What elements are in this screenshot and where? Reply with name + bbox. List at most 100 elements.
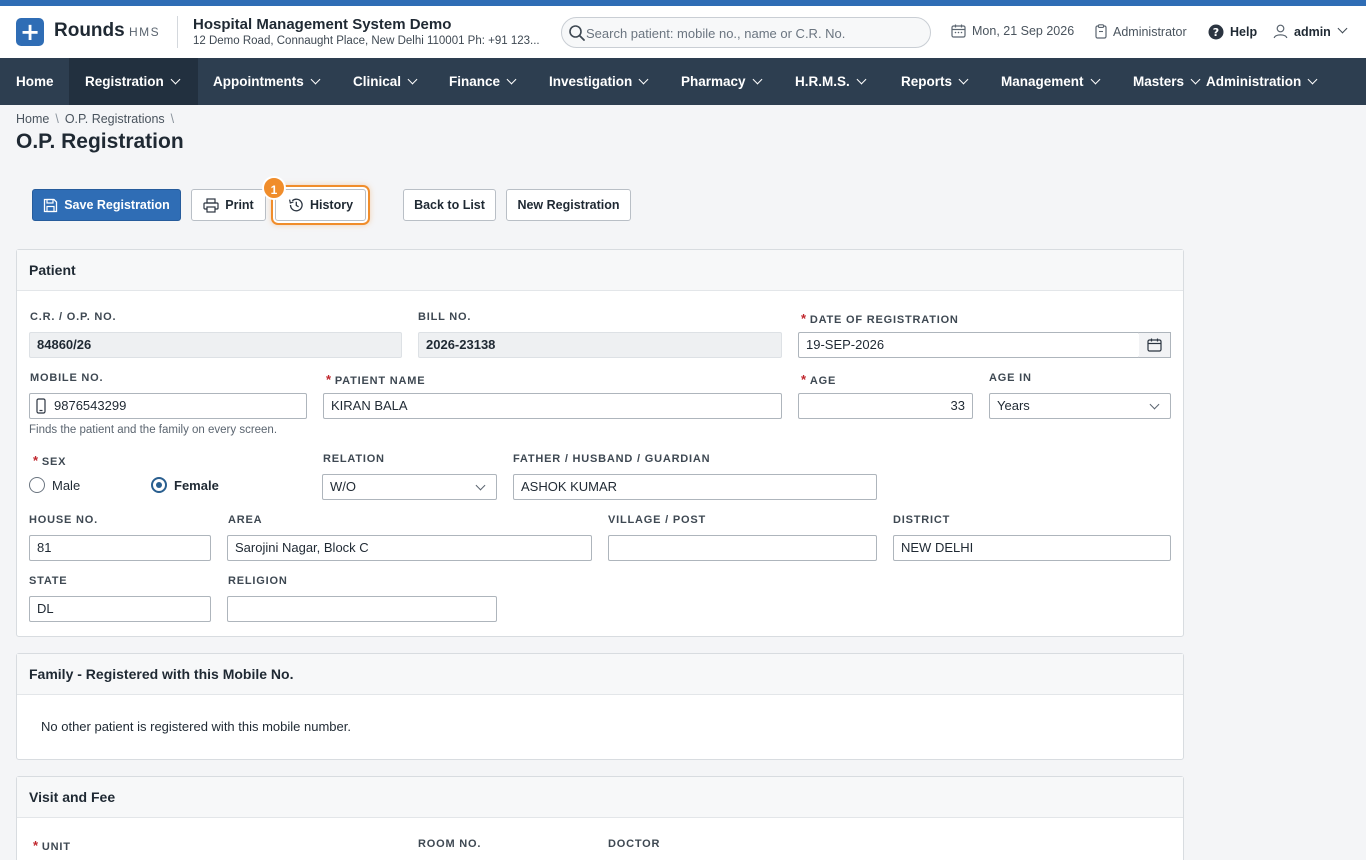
history-button[interactable]: History xyxy=(275,189,366,221)
religion-field[interactable] xyxy=(227,596,497,622)
district-field[interactable]: NEW DELHI xyxy=(893,535,1171,561)
brand-name[interactable]: Rounds xyxy=(54,20,125,42)
village-label: VILLAGE / POST xyxy=(608,514,706,526)
nav-label: Management xyxy=(1001,74,1084,89)
hospital-address: 12 Demo Road, Connaught Place, New Delhi… xyxy=(193,35,540,47)
page-title: O.P. Registration xyxy=(16,130,184,153)
religion-label: RELIGION xyxy=(228,575,288,587)
guardian-label: FATHER / HUSBAND / GUARDIAN xyxy=(513,453,711,465)
user-icon xyxy=(1273,24,1288,39)
mobile-label: MOBILE NO. xyxy=(30,372,104,384)
help-link[interactable]: ? Help xyxy=(1208,24,1257,40)
bill-label: BILL NO. xyxy=(418,311,472,323)
radio-unchecked-icon xyxy=(29,477,45,493)
new-label: New Registration xyxy=(517,198,620,212)
age-in-label: AGE IN xyxy=(989,372,1032,384)
nav-label: Registration xyxy=(85,74,164,89)
nav-home[interactable]: Home xyxy=(0,58,69,105)
new-registration-button[interactable]: New Registration xyxy=(506,189,631,221)
nav-label: Home xyxy=(16,74,54,89)
state-label: STATE xyxy=(29,575,68,587)
help-icon: ? xyxy=(1208,24,1224,40)
age-label: * AGE xyxy=(801,372,836,387)
patient-panel-title: Patient xyxy=(17,250,1183,291)
current-date: Mon, 21 Sep 2026 xyxy=(951,24,1074,38)
visit-panel: Visit and Fee xyxy=(16,776,1184,860)
back-to-list-button[interactable]: Back to List xyxy=(403,189,496,221)
calendar-icon xyxy=(951,24,966,38)
app-header: + Rounds HMS Hospital Management System … xyxy=(0,6,1366,58)
chevron-down-icon xyxy=(475,480,486,491)
svg-text:?: ? xyxy=(1213,26,1219,39)
family-panel-title: Family - Registered with this Mobile No. xyxy=(17,654,1183,695)
breadcrumb-home[interactable]: Home xyxy=(16,112,49,126)
save-registration-button[interactable]: Save Registration xyxy=(32,189,181,221)
chevron-down-icon xyxy=(310,74,321,85)
nav-administration[interactable]: Administration xyxy=(1190,58,1318,105)
patient-panel: Patient xyxy=(16,249,1184,637)
history-label: History xyxy=(309,198,354,212)
clipboard-icon xyxy=(1095,24,1107,39)
state-field[interactable]: DL xyxy=(29,596,211,622)
calendar-picker-button[interactable] xyxy=(1139,332,1171,358)
date-text: Mon, 21 Sep 2026 xyxy=(972,24,1075,38)
family-empty-text: No other patient is registered with this… xyxy=(41,719,351,734)
mobile-field[interactable]: 9876543299 xyxy=(29,393,307,419)
chevron-down-icon xyxy=(1307,74,1318,85)
nav-label: Investigation xyxy=(549,74,633,89)
nav-finance[interactable]: Finance xyxy=(433,58,517,105)
patient-name-label: * PATIENT NAME xyxy=(326,372,425,387)
required-marker: * xyxy=(801,372,807,387)
printer-icon xyxy=(203,197,219,213)
required-marker: * xyxy=(33,453,39,468)
date-registration-label: * DATE OF REGISTRATION xyxy=(801,311,959,326)
chevron-down-icon xyxy=(638,74,649,85)
doctor-label: DOCTOR xyxy=(608,838,661,850)
mobile-hint: Finds the patient and the family on ever… xyxy=(29,424,278,436)
relation-select[interactable]: W/O xyxy=(322,474,497,500)
age-in-select[interactable]: Years xyxy=(989,393,1171,419)
nav-pharmacy[interactable]: Pharmacy xyxy=(665,58,762,105)
print-button[interactable]: Print xyxy=(191,189,266,221)
hospital-cross-icon[interactable]: + xyxy=(16,18,44,46)
save-label: Save Registration xyxy=(64,198,170,212)
nav-reports[interactable]: Reports xyxy=(885,58,969,105)
house-no-field[interactable]: 81 xyxy=(29,535,211,561)
district-label: DISTRICT xyxy=(893,514,951,526)
nav-hrms[interactable]: H.R.M.S. xyxy=(779,58,867,105)
nav-investigation[interactable]: Investigation xyxy=(533,58,649,105)
relation-value: W/O xyxy=(330,479,356,494)
guardian-field[interactable]: ASHOK KUMAR xyxy=(513,474,877,500)
patient-name-field[interactable]: KIRAN BALA xyxy=(323,393,782,419)
user-menu[interactable]: admin xyxy=(1273,23,1348,39)
relation-label: RELATION xyxy=(323,453,385,465)
user-role[interactable]: Administrator xyxy=(1095,24,1187,39)
age-field[interactable]: 33 xyxy=(798,393,973,419)
nav-management[interactable]: Management xyxy=(985,58,1100,105)
search-input[interactable] xyxy=(586,22,921,44)
date-registration-label-text: DATE OF REGISTRATION xyxy=(809,314,959,326)
cr-label: C.R. / O.P. NO. xyxy=(30,311,117,323)
save-icon xyxy=(44,198,58,212)
breadcrumb-separator: \ xyxy=(170,112,175,126)
nav-clinical[interactable]: Clinical xyxy=(337,58,418,105)
nav-registration[interactable]: Registration xyxy=(69,58,198,105)
chevron-down-icon xyxy=(856,74,867,85)
breadcrumb-separator: \ xyxy=(55,112,59,126)
area-field[interactable]: Sarojini Nagar, Block C xyxy=(227,535,592,561)
user-name: admin xyxy=(1294,24,1331,39)
back-label: Back to List xyxy=(414,198,485,212)
role-text: Administrator xyxy=(1113,24,1187,39)
nav-appointments[interactable]: Appointments xyxy=(197,58,321,105)
sex-male-radio[interactable]: Male xyxy=(29,477,80,493)
brand-subtitle: HMS xyxy=(129,25,161,39)
nav-masters[interactable]: Masters xyxy=(1117,58,1201,105)
step-badge: 1 xyxy=(262,176,286,200)
age-label-text: AGE xyxy=(809,375,837,387)
patient-name-label-text: PATIENT NAME xyxy=(334,375,426,387)
date-registration-field[interactable]: 19-SEP-2026 xyxy=(798,332,1140,358)
sex-female-radio[interactable]: Female xyxy=(151,477,219,493)
village-field[interactable] xyxy=(608,535,877,561)
breadcrumb-op-registrations[interactable]: O.P. Registrations xyxy=(65,112,165,126)
mobile-phone-icon xyxy=(36,398,46,414)
